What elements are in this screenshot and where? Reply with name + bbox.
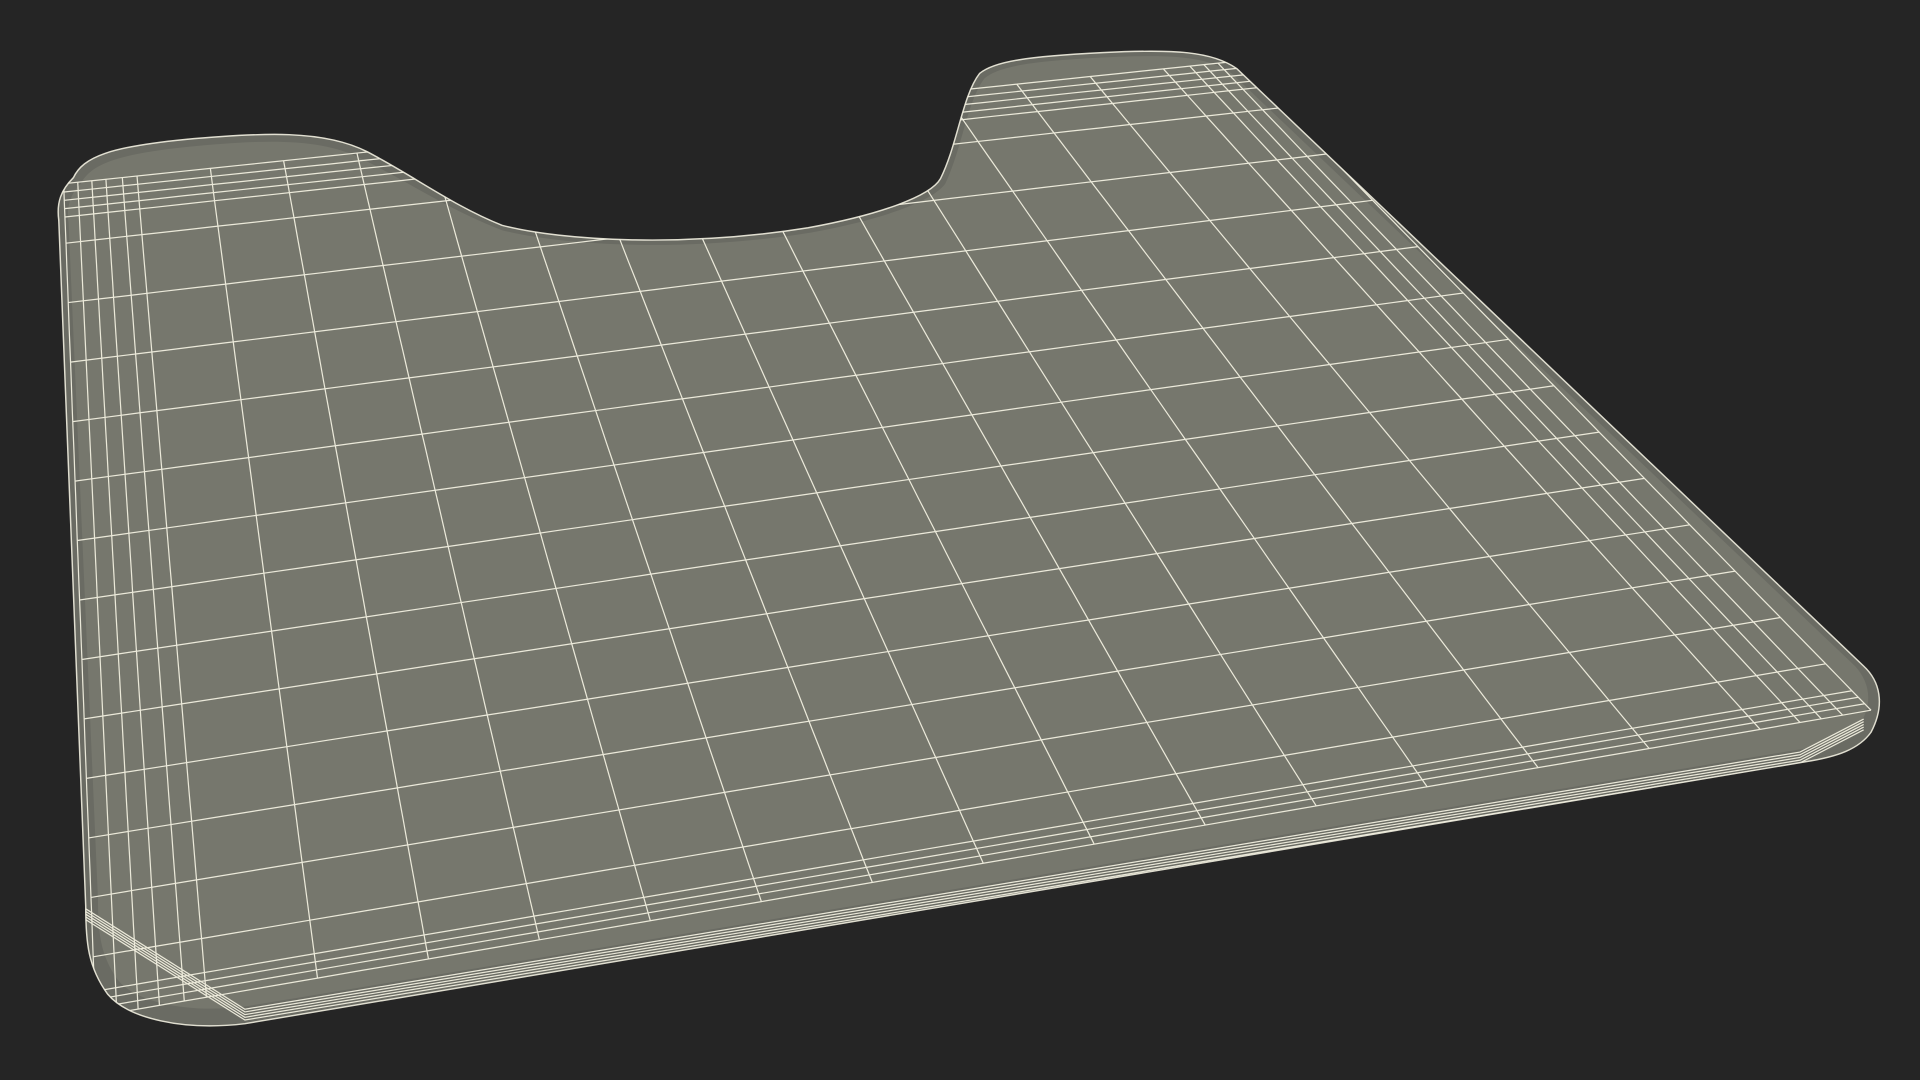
viewport-canvas <box>57 50 1881 1027</box>
3d-viewport <box>0 0 1920 1080</box>
